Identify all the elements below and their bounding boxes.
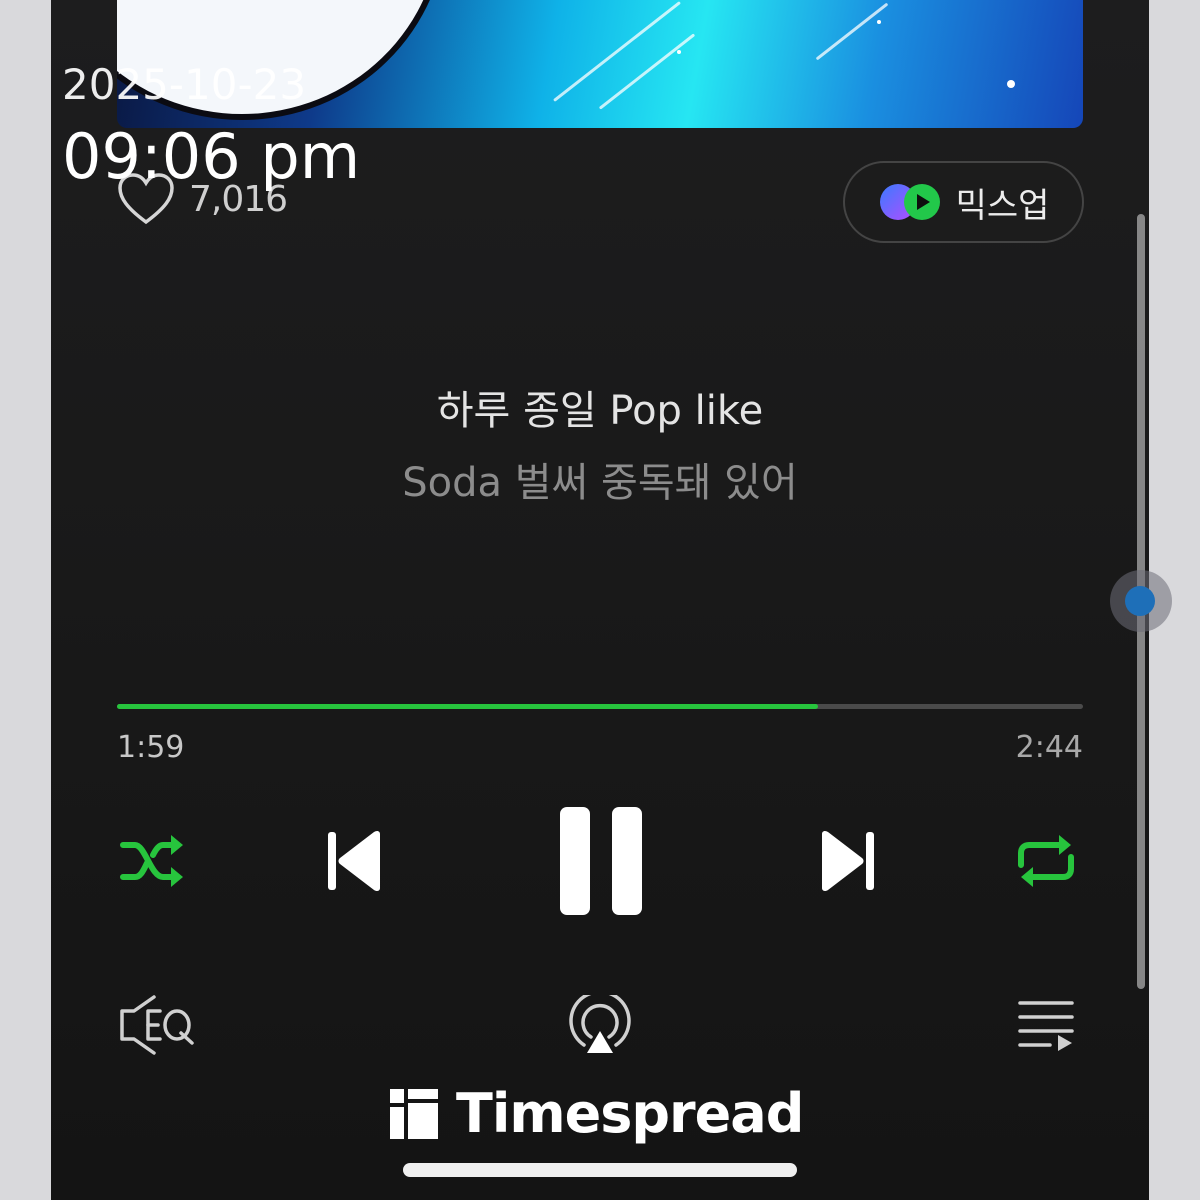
next-button[interactable]	[815, 826, 881, 896]
lyric-next-line[interactable]: Soda 벌써 중독돼 있어	[51, 450, 1149, 508]
eq-button[interactable]	[115, 992, 197, 1058]
pause-icon	[560, 807, 642, 915]
home-indicator[interactable]	[403, 1163, 797, 1177]
touch-indicator-center	[1125, 586, 1155, 616]
elapsed-time: 1:59	[117, 730, 185, 765]
airplay-button[interactable]	[566, 994, 634, 1058]
total-duration: 2:44	[1015, 730, 1083, 765]
lyric-current-line[interactable]: 하루 종일 Pop like	[51, 378, 1149, 436]
watermark-text: Timespread	[456, 1082, 804, 1145]
mixup-button[interactable]: 믹스업	[843, 161, 1084, 243]
artwork-star	[877, 20, 881, 24]
timestamp-time: 09:06 pm	[62, 120, 361, 193]
artwork-star	[677, 50, 681, 54]
previous-button[interactable]	[321, 826, 387, 896]
progress-fill	[117, 704, 818, 709]
previous-icon	[328, 830, 380, 892]
watermark: Timespread	[390, 1082, 804, 1145]
pause-button[interactable]	[556, 804, 646, 918]
shuffle-button[interactable]	[117, 828, 189, 894]
timespread-logo-icon	[390, 1088, 438, 1139]
mixup-label: 믹스업	[955, 185, 1050, 226]
shuffle-icon	[120, 835, 183, 887]
artwork-streak	[598, 33, 696, 110]
progress-bar[interactable]	[117, 704, 1083, 709]
timestamp-date: 2025-10-23	[62, 60, 307, 109]
mixup-logo-icon	[879, 184, 940, 220]
airplay-icon	[569, 995, 631, 1053]
artwork-star	[1007, 80, 1015, 88]
next-icon	[822, 830, 874, 892]
artwork-streak	[815, 2, 889, 61]
playlist-icon	[1018, 1001, 1074, 1051]
eq-icon	[120, 995, 194, 1055]
repeat-icon	[1018, 835, 1074, 887]
artwork-streak	[553, 1, 681, 102]
playlist-button[interactable]	[1015, 996, 1077, 1054]
repeat-button[interactable]	[1011, 828, 1081, 894]
